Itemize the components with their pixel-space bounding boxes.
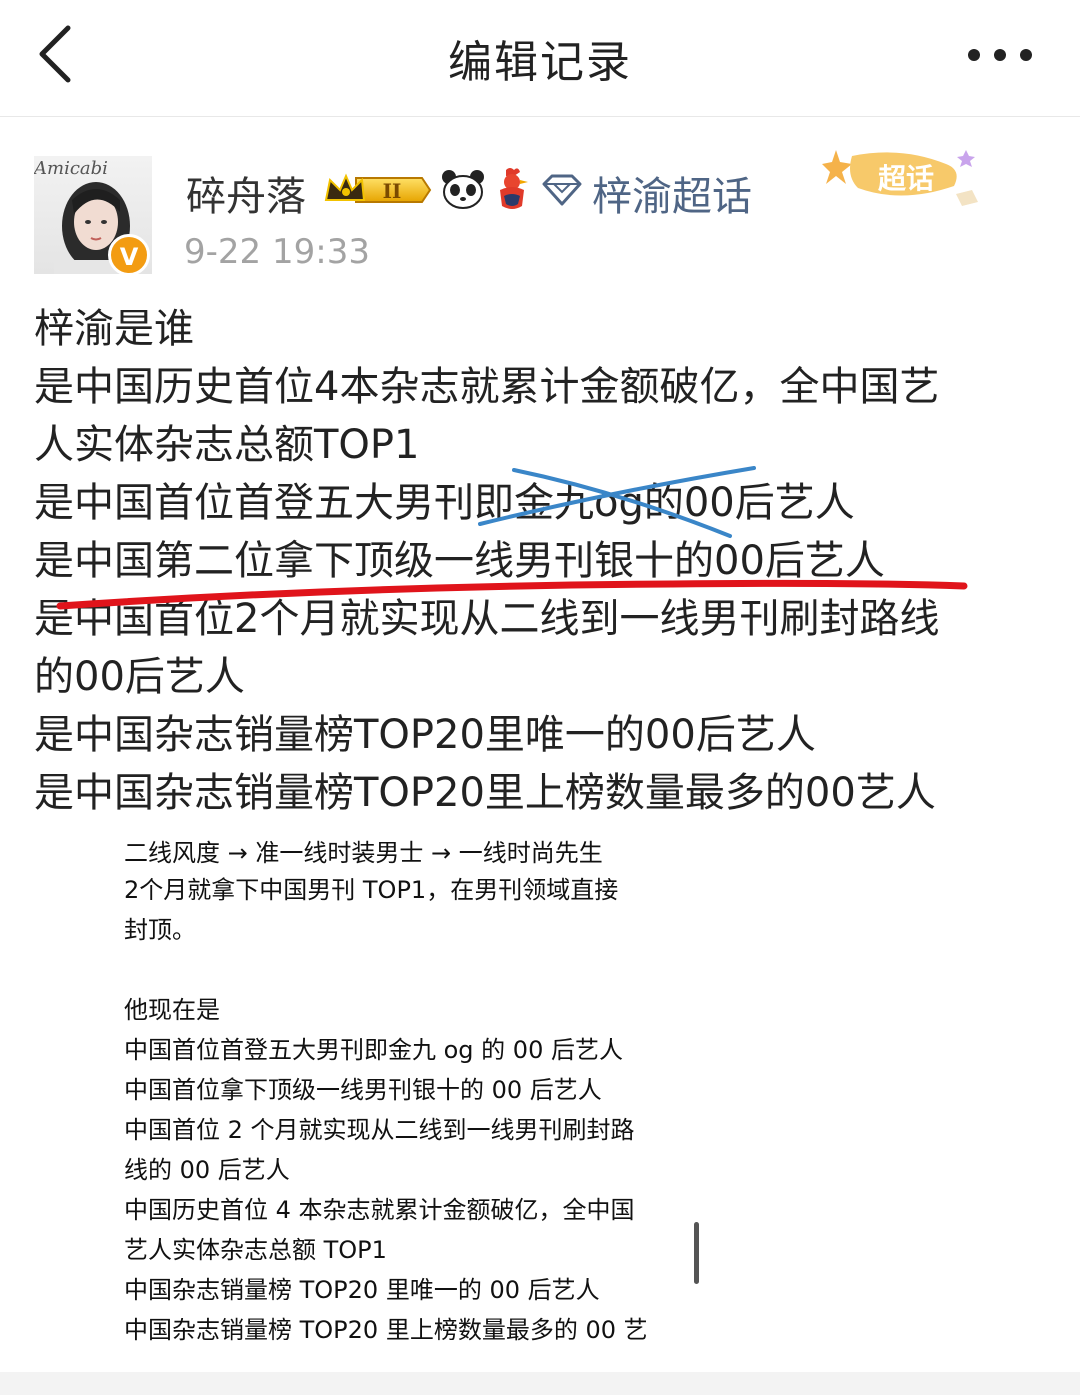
embedded-line: 线的 00 后艺人: [124, 1156, 290, 1184]
level-badge-text: II: [383, 179, 402, 203]
panda-icon: [442, 170, 484, 209]
embedded-line: 他现在是: [124, 996, 220, 1024]
embedded-line: 中国杂志销量榜 TOP20 里上榜数量最多的 00 艺: [124, 1316, 648, 1344]
diamond-icon: [542, 174, 582, 206]
embedded-scrollbar: [694, 1222, 699, 1284]
post-line: 是中国历史首位4本杂志就累计金额破亿，全中国艺: [34, 364, 940, 410]
embedded-line: 2个月就拿下中国男刊 TOP1，在男刊领域直接: [124, 876, 619, 904]
verified-badge: V: [108, 234, 150, 276]
username[interactable]: 碎舟落: [186, 164, 306, 222]
more-dots-icon: [968, 49, 1032, 61]
post-line: 是中国杂志销量榜TOP20里上榜数量最多的00艺人: [34, 770, 936, 816]
embedded-line: 中国首位 2 个月就实现从二线到一线男刊刷封路: [124, 1116, 635, 1144]
embedded-screenshot: 二线风度 → 准一线时装男士 → 一线时尚先生 2个月就拿下中国男刊 TOP1，…: [110, 832, 690, 1372]
embedded-line: 封顶。: [124, 916, 196, 944]
post-timestamp: 9-22 19:33: [184, 232, 370, 272]
embedded-line: 中国杂志销量榜 TOP20 里唯一的 00 后艺人: [124, 1276, 600, 1304]
post-line: 的00后艺人: [34, 654, 245, 700]
supertopic-sticker-text: 超话: [878, 162, 934, 195]
bottom-divider: [0, 1372, 1080, 1395]
more-button[interactable]: [960, 38, 1040, 72]
embedded-line: 二线风度 → 准一线时装男士 → 一线时尚先生: [124, 839, 603, 867]
red-underline-annotation: [56, 579, 968, 610]
page-title: 编辑记录: [448, 37, 632, 88]
embedded-line: 艺人实体杂志总额 TOP1: [124, 1236, 387, 1264]
supertopic-sticker[interactable]: 超话: [822, 142, 988, 218]
post-body: 梓渝是谁 是中国历史首位4本杂志就累计金额破亿，全中国艺 人实体杂志总额TOP1…: [34, 300, 1054, 822]
post-line: 是中国杂志销量榜TOP20里唯一的00后艺人: [34, 712, 816, 758]
crown-level-badge: II: [324, 173, 432, 203]
embedded-line: 中国首位拿下顶级一线男刊银十的 00 后艺人: [124, 1076, 602, 1104]
blue-cross-annotation: [478, 466, 756, 538]
embedded-blank-line: [110, 950, 690, 990]
rooster-icon: [500, 168, 528, 209]
nav-bar: 编辑记录: [0, 0, 1080, 117]
post-line: 梓渝是谁: [34, 306, 194, 352]
supertopic-link[interactable]: 梓渝超话: [592, 164, 752, 222]
embedded-line: 中国历史首位 4 本杂志就累计金额破亿，全中国: [124, 1196, 635, 1224]
embedded-line: 中国首位首登五大男刊即金九 og 的 00 后艺人: [124, 1036, 623, 1064]
